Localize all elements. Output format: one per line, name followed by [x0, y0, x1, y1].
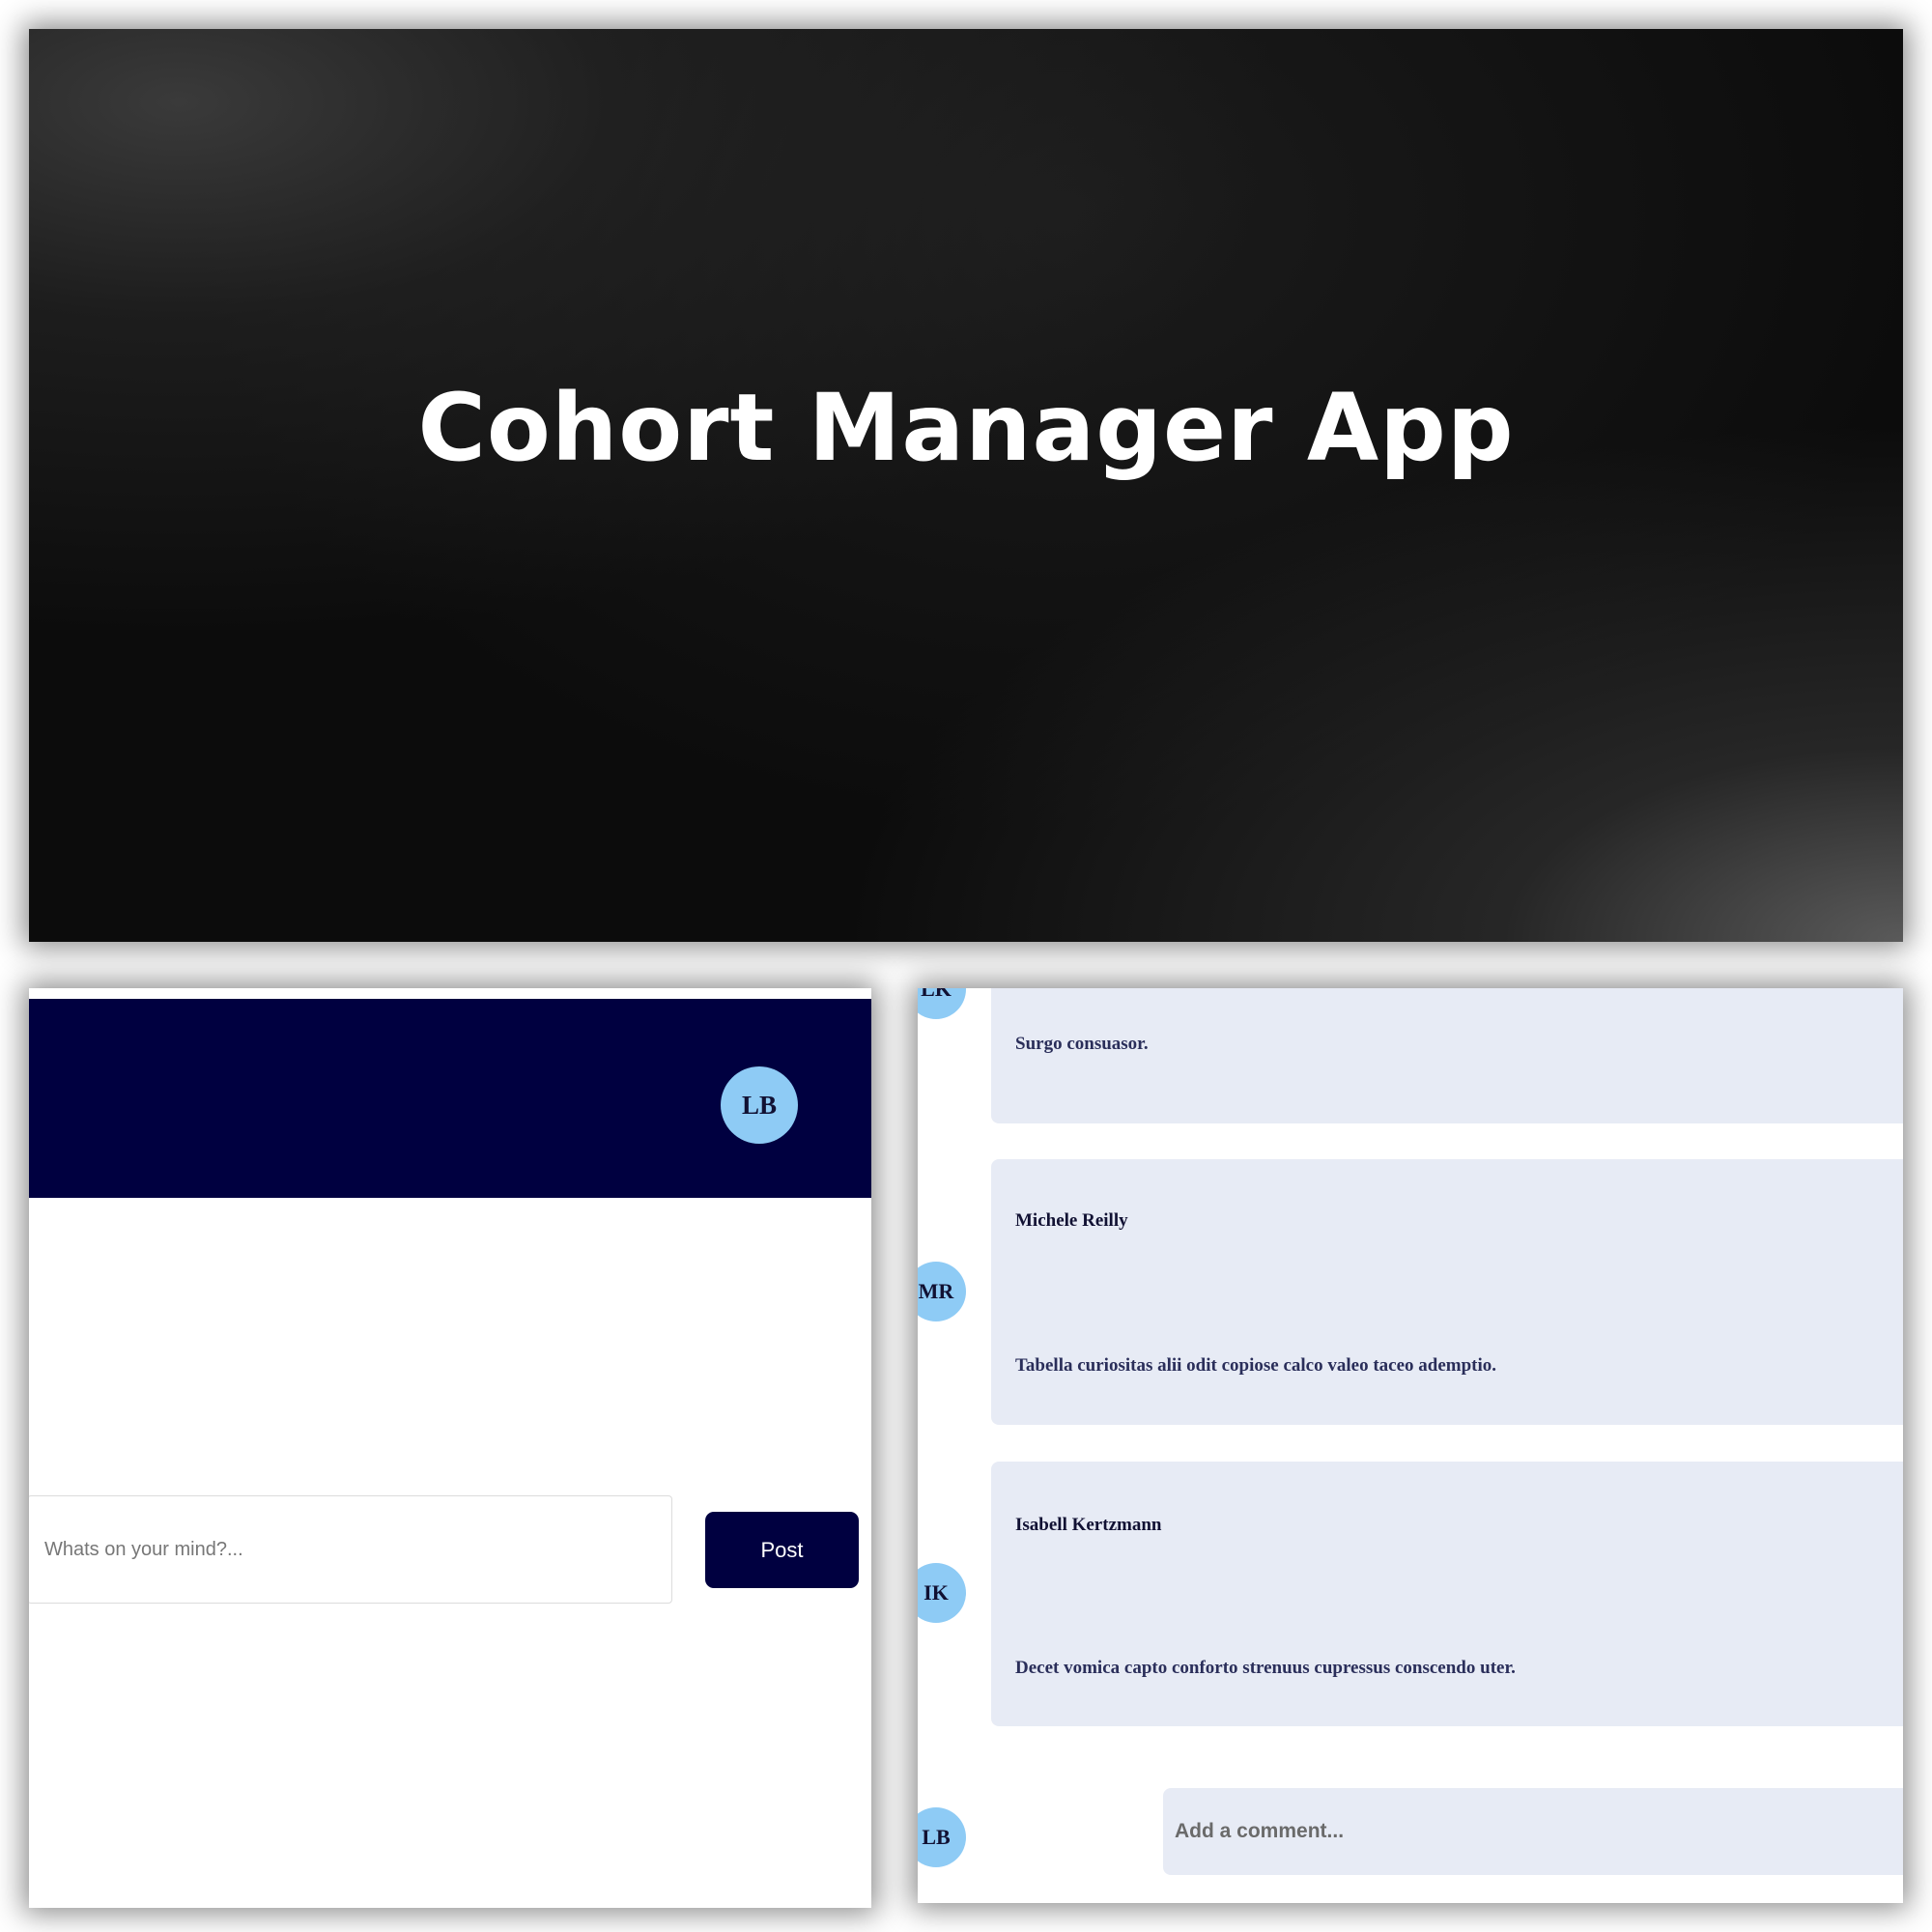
- comment-author: Isabell Kertzmann: [1015, 1515, 1162, 1535]
- comment-avatar: MR: [918, 1262, 966, 1321]
- comment-text: Tabella curiositas alii odit copiose cal…: [1015, 1355, 1497, 1376]
- comment-text: Surgo consuasor.: [1015, 1034, 1149, 1054]
- comment-text: Decet vomica capto conforto strenuus cup…: [1015, 1658, 1516, 1678]
- hero-title: Cohort Manager App: [417, 373, 1515, 482]
- comment-card: Michele Reilly Tabella curiositas alii o…: [991, 1159, 1903, 1425]
- user-avatar[interactable]: LB: [721, 1066, 798, 1144]
- feed-panel: LB Whats on your mind?... Post: [29, 988, 871, 1908]
- comments-panel: LK Surgo consuasor. MR Michele Reilly Ta…: [918, 988, 1903, 1903]
- comment-card: Surgo consuasor.: [991, 988, 1903, 1123]
- hero-banner: Cohort Manager App: [29, 29, 1903, 942]
- current-user-avatar: LB: [918, 1807, 966, 1867]
- comment-avatar: IK: [918, 1563, 966, 1623]
- collage: Cohort Manager App LB Whats on your mind…: [0, 0, 1932, 1932]
- post-button[interactable]: Post: [705, 1512, 859, 1588]
- comment-avatar: LK: [918, 988, 966, 1019]
- comment-card: Isabell Kertzmann Decet vomica capto con…: [991, 1462, 1903, 1726]
- comment-input[interactable]: Add a comment...: [1163, 1788, 1903, 1875]
- app-header: LB: [29, 999, 871, 1198]
- post-input[interactable]: Whats on your mind?...: [29, 1495, 672, 1604]
- comment-author: Michele Reilly: [1015, 1210, 1128, 1231]
